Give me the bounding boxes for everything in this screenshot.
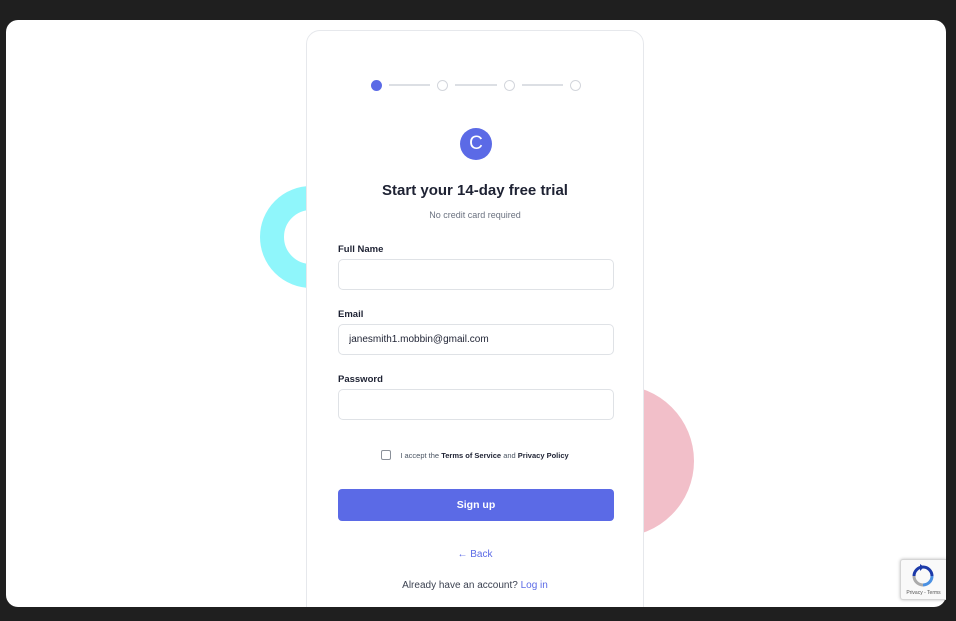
step-progress (371, 78, 581, 92)
password-label: Password (338, 374, 383, 385)
login-prompt-row: Already have an account? Log in (307, 580, 643, 591)
terms-checkbox[interactable] (381, 450, 392, 460)
page-title: Start your 14-day free trial (382, 182, 568, 199)
signup-card: C Start your 14-day free trial No credit… (306, 30, 644, 607)
step-connector (521, 84, 563, 86)
email-label: Email (338, 309, 364, 320)
terms-of-service-link[interactable]: Terms of Service (441, 451, 501, 460)
page-subtitle: No credit card required (429, 210, 521, 220)
recaptcha-badge[interactable]: Privacy - Terms (900, 559, 946, 600)
back-link[interactable]: ← Back (307, 549, 643, 560)
step-3-indicator (503, 79, 515, 91)
full-name-input[interactable] (338, 259, 614, 290)
terms-and: and (503, 450, 516, 460)
step-2-indicator (437, 79, 449, 91)
sign-up-button[interactable]: Sign up (338, 489, 614, 521)
terms-row: I accept the Terms of Service and Privac… (307, 450, 643, 460)
recaptcha-icon (912, 564, 934, 587)
step-connector (389, 84, 431, 86)
recaptcha-links: Privacy - Terms (906, 590, 941, 596)
step-4-indicator (569, 79, 581, 91)
privacy-policy-link[interactable]: Privacy Policy (518, 451, 569, 460)
password-input[interactable] (338, 389, 614, 420)
app-frame: C Start your 14-day free trial No credit… (6, 20, 946, 607)
step-connector (455, 84, 497, 86)
step-1-indicator (371, 79, 382, 91)
email-input[interactable] (338, 324, 614, 355)
login-prompt-text: Already have an account? (402, 580, 518, 591)
terms-prefix: I accept the (400, 450, 440, 460)
brand-logo: C (460, 128, 492, 160)
full-name-label: Full Name (338, 244, 384, 255)
login-link[interactable]: Log in (521, 580, 548, 591)
